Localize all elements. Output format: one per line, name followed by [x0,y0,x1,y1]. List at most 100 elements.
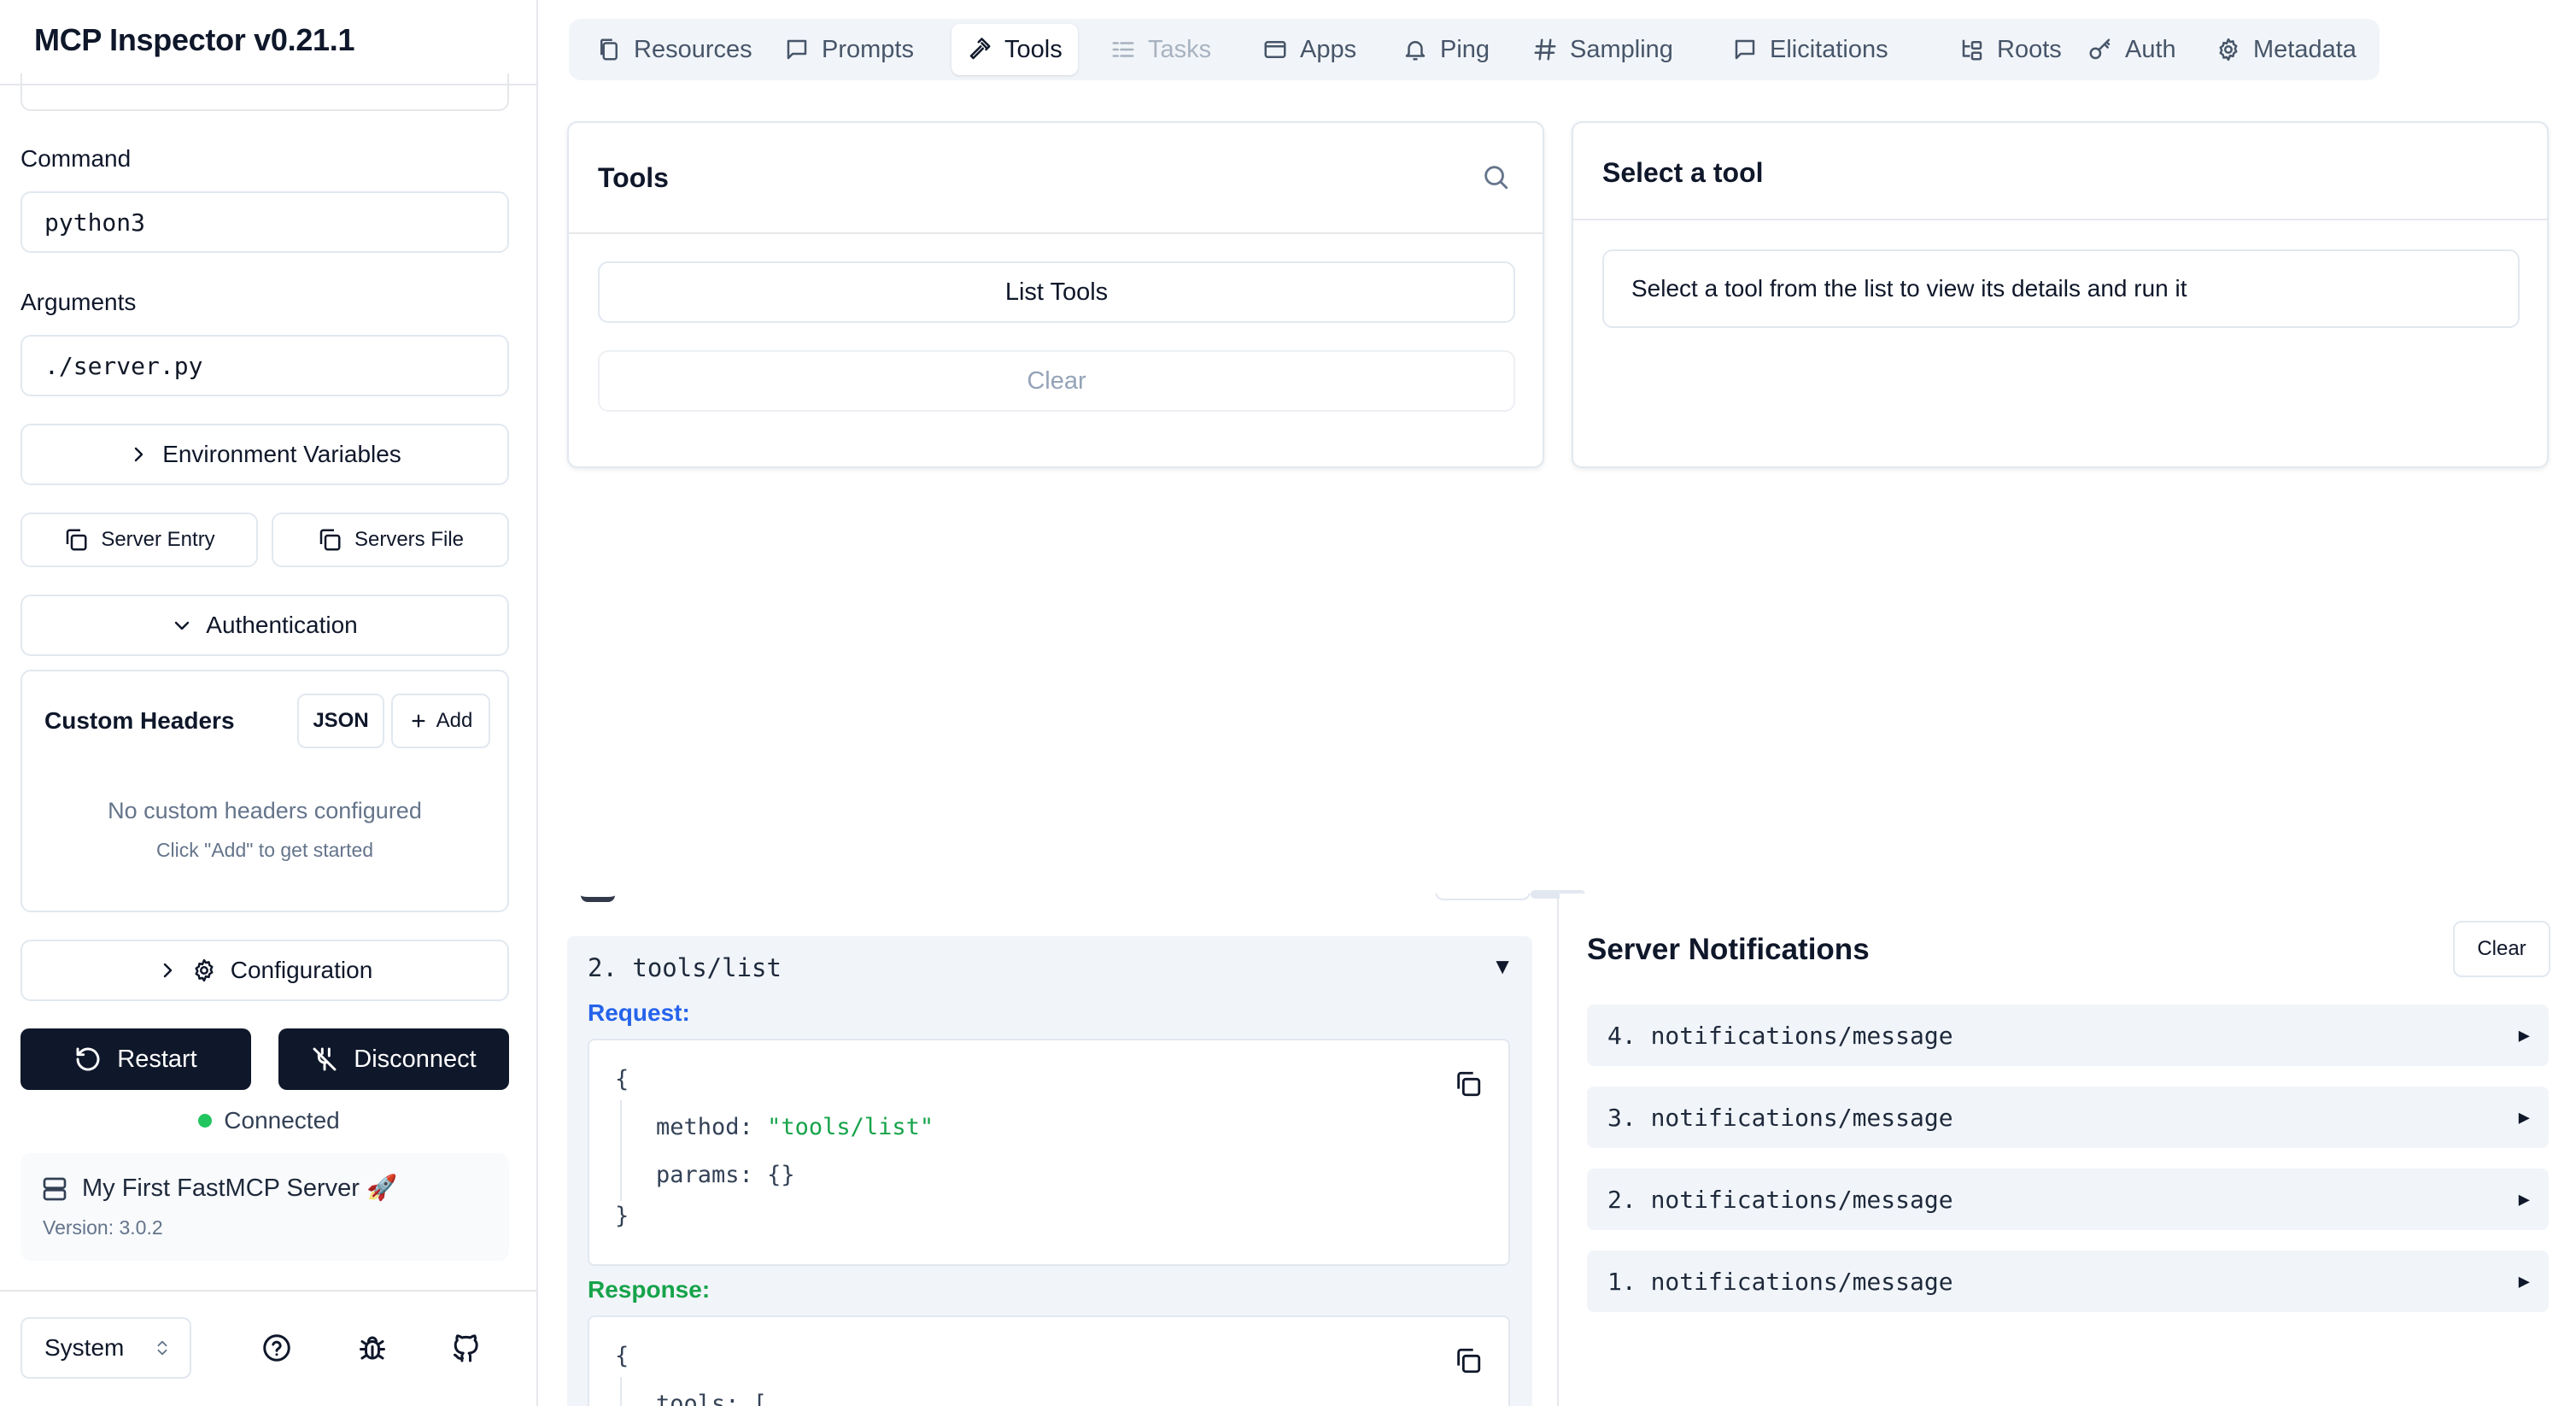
add-header-button[interactable]: Add [391,694,490,748]
clear-tools-button: Clear [598,350,1515,412]
expand-arrow-icon[interactable]: ▶ [2519,1025,2530,1046]
notification-item[interactable]: 1. notifications/message ▶ [1587,1251,2549,1312]
custom-headers-panel: Custom Headers JSON Add No custom header… [20,670,509,912]
select-tool-message: Select a tool from the list to view its … [1602,249,2520,328]
json-brace-open: { [615,1343,629,1369]
tab-prompts[interactable]: Prompts [769,24,929,75]
notification-label: 2. notifications/message [1607,1185,1953,1214]
json-key: params: [656,1162,753,1188]
disconnect-button[interactable]: Disconnect [278,1028,509,1090]
notification-label: 4. notifications/message [1607,1021,1953,1050]
command-label: Command [20,145,132,172]
hash-icon [1532,37,1558,62]
plus-icon [409,712,428,730]
chevron-down-icon [172,615,192,636]
headers-json-button[interactable]: JSON [297,694,384,748]
unplug-icon [311,1046,338,1073]
search-icon[interactable] [1481,162,1510,191]
expand-arrow-icon[interactable]: ▶ [2519,1107,2530,1128]
tab-tools[interactable]: Tools [951,24,1078,75]
history-title-clipped [581,893,615,902]
copy-icon[interactable] [1454,1346,1483,1375]
status-dot-icon [198,1114,213,1128]
connection-status-label: Connected [224,1107,340,1134]
history-clear-button-clipped[interactable] [1435,893,1531,900]
request-json-viewer: { method: "tools/list" params: {} } [588,1039,1510,1266]
disconnect-label: Disconnect [354,1045,477,1073]
json-brace-open: { [615,1066,629,1093]
github-icon[interactable] [449,1331,483,1365]
expand-arrow-icon[interactable]: ▶ [2519,1271,2530,1292]
copy-icon [317,527,342,553]
tab-auth[interactable]: Auth [2072,24,2192,75]
tab-label: Roots [1997,35,2062,63]
tab-elicitations[interactable]: Elicitations [1717,24,1904,75]
bottom-panel-splitter[interactable] [1557,895,1559,1406]
sidebar-footer-divider [0,1290,536,1292]
gear-icon [191,958,217,983]
tools-panel-title: Tools [598,162,669,193]
tab-apps[interactable]: Apps [1247,24,1372,75]
files-icon [596,37,622,62]
authentication-label: Authentication [206,612,358,638]
clear-notifications-button[interactable]: Clear [2453,921,2550,977]
chevrons-up-down-icon [153,1337,172,1359]
list-tools-button[interactable]: List Tools [598,261,1515,323]
tab-label: Tools [1004,35,1063,63]
transport-select-clipped[interactable] [20,73,509,111]
arguments-input[interactable]: ./server.py [20,335,509,396]
tab-metadata[interactable]: Metadata [2200,24,2372,75]
copy-icon[interactable] [1454,1069,1483,1098]
custom-headers-title: Custom Headers [44,707,235,734]
chevron-right-icon [157,960,178,981]
tab-ping[interactable]: Ping [1387,24,1505,75]
notification-item[interactable]: 4. notifications/message ▶ [1587,1005,2549,1066]
sidebar: MCP Inspector v0.21.1 Command python3 Ar… [0,0,538,1406]
tab-label: Apps [1300,35,1357,63]
rotate-ccw-icon [74,1046,102,1073]
collapse-arrow-icon[interactable]: ▼ [1491,953,1513,980]
history-panel: 2. tools/list ▼ Request: { method: "tool… [540,893,1558,1406]
json-object-value: {} [767,1162,795,1188]
tool-detail-panel: Select a tool Select a tool from the lis… [1572,121,2549,468]
notification-item[interactable]: 3. notifications/message ▶ [1587,1087,2549,1148]
notification-label: 3. notifications/message [1607,1103,1953,1132]
notification-item[interactable]: 2. notifications/message ▶ [1587,1169,2549,1230]
tab-roots[interactable]: Roots [1944,24,2077,75]
copy-icon [63,527,89,553]
servers-file-button[interactable]: Servers File [272,513,509,567]
bug-icon[interactable] [355,1331,389,1365]
theme-select[interactable]: System [20,1317,191,1379]
help-icon[interactable] [260,1331,294,1365]
history-entry-title: 2. tools/list [588,953,782,982]
command-input[interactable]: python3 [20,191,509,253]
theme-select-value: System [44,1334,125,1361]
server-entry-button[interactable]: Server Entry [20,513,258,567]
app-window-icon [1262,37,1288,62]
tab-sampling[interactable]: Sampling [1517,24,1689,75]
bell-icon [1402,37,1428,62]
headers-empty-hint: Click "Add" to get started [155,839,374,861]
configuration-toggle[interactable]: Configuration [20,940,509,1001]
expand-arrow-icon[interactable]: ▶ [2519,1189,2530,1210]
arguments-label: Arguments [20,289,137,315]
history-entry-header[interactable]: 2. tools/list ▼ [567,936,1532,999]
server-name: My First FastMCP Server 🚀 [82,1175,398,1202]
authentication-toggle[interactable]: Authentication [20,595,509,656]
tab-label: Sampling [1570,35,1673,63]
key-icon [2087,37,2113,62]
folder-tree-icon [1959,37,1985,62]
server-entry-label: Server Entry [101,528,215,551]
message-square-icon [1732,37,1758,62]
environment-variables-toggle[interactable]: Environment Variables [20,424,509,485]
configuration-label: Configuration [230,957,373,983]
restart-button[interactable]: Restart [20,1028,251,1090]
environment-variables-label: Environment Variables [162,441,401,467]
chevron-right-icon [128,444,149,465]
add-header-label: Add [436,709,473,732]
server-info-card: My First FastMCP Server 🚀 Version: 3.0.2 [20,1153,509,1261]
response-json-viewer: { tools: [ [588,1315,1510,1406]
tools-panel: Tools List Tools Clear [567,121,1544,468]
main-tabs: Resources Prompts Tools Tasks Apps Ping … [569,19,2380,80]
tab-resources[interactable]: Resources [581,24,768,75]
